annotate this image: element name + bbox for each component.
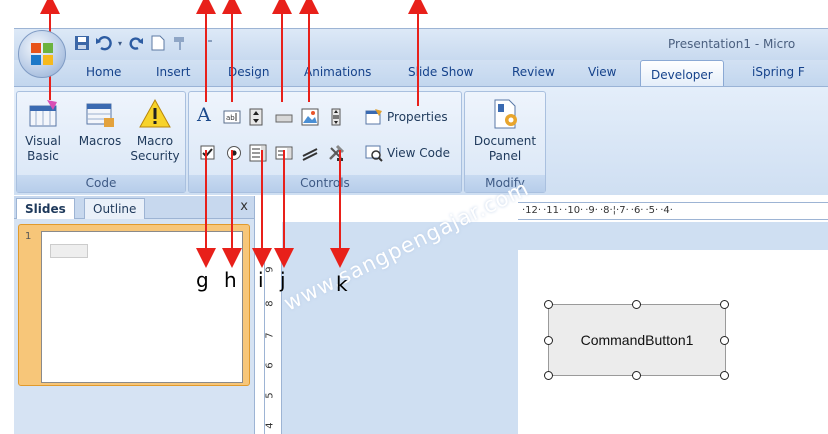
customize-qat-icon[interactable]: ⁼	[200, 33, 220, 53]
visual-basic-label-line2: Basic	[27, 149, 59, 163]
properties-button[interactable]: Properties	[365, 108, 448, 126]
redo-icon[interactable]	[126, 33, 146, 53]
command-button-1[interactable]: CommandButton1	[548, 304, 726, 376]
powerpoint-window: Presentation1 - Micro ▾ ⁼ Home Insert De…	[0, 0, 828, 434]
document-panel-label-line1: Document	[473, 134, 537, 148]
dropdown-arrow-icon[interactable]: ▾	[116, 33, 124, 53]
close-pane-icon[interactable]: x	[240, 199, 248, 214]
thumbnail-command-button	[50, 244, 88, 258]
annotation-label-i: i	[258, 268, 264, 292]
macro-security-button[interactable]: Macro Security	[129, 98, 181, 164]
spin-button-control-icon[interactable]	[247, 108, 265, 126]
vruler-tick: 5	[264, 392, 276, 399]
label-control-icon[interactable]: A	[197, 106, 215, 125]
slide-number: 1	[25, 231, 32, 242]
macros-button[interactable]: Macros	[77, 98, 123, 149]
group-label-controls: Controls	[189, 175, 461, 192]
tab-slide-show[interactable]: Slide Show	[408, 65, 473, 79]
tab-insert[interactable]: Insert	[156, 65, 190, 79]
properties-icon	[365, 109, 382, 125]
tab-outline[interactable]: Outline	[84, 198, 146, 219]
new-document-icon[interactable]	[148, 33, 168, 53]
visual-basic-label-line1: Visual	[25, 134, 61, 148]
list-box-control-icon[interactable]	[249, 144, 267, 162]
slide-thumbnail[interactable]	[41, 231, 243, 383]
svg-text:ab: ab	[226, 114, 235, 122]
slides-pane: Slides Outline x 1	[14, 196, 255, 434]
ribbon-tabs: Home Insert Design Animations Slide Show…	[14, 60, 828, 87]
macro-security-label-line1: Macro	[136, 134, 174, 148]
slide-canvas[interactable]: CommandButton1	[518, 250, 828, 434]
more-controls-icon[interactable]	[327, 144, 345, 162]
resize-handle[interactable]	[544, 336, 553, 345]
group-label-code: Code	[17, 175, 185, 192]
textbox-control-icon[interactable]: ab	[223, 108, 241, 126]
tab-developer[interactable]: Developer	[640, 60, 724, 87]
vruler-tick: 7	[264, 332, 276, 339]
group-modify: Document Panel Modify	[464, 91, 546, 193]
pane-tabs: Slides Outline x	[14, 196, 254, 219]
view-code-button[interactable]: View Code	[365, 144, 450, 162]
check-box-control-icon[interactable]	[199, 144, 217, 162]
tab-home[interactable]: Home	[86, 65, 121, 79]
option-button-control-icon[interactable]	[225, 144, 243, 162]
visual-basic-icon	[29, 100, 57, 127]
tab-ispring[interactable]: iSpring F	[752, 65, 805, 79]
group-controls: A ab Properties View Code Controls	[188, 91, 462, 193]
tab-animations[interactable]: Animations	[304, 65, 371, 79]
properties-label: Properties	[387, 110, 448, 124]
vruler-tick: 8	[264, 300, 276, 307]
tab-view[interactable]: View	[588, 65, 616, 79]
tab-slides[interactable]: Slides	[16, 198, 75, 219]
command-button-control-icon[interactable]	[275, 108, 293, 126]
slide-thumbnail-selected[interactable]: 1	[18, 224, 250, 386]
macro-security-label-line2: Security	[130, 149, 180, 163]
annotation-label-g: g	[196, 268, 209, 292]
scroll-bar-control-icon[interactable]	[327, 108, 345, 126]
format-painter-icon[interactable]	[170, 33, 190, 53]
vruler-tick: 4	[264, 422, 276, 429]
horizontal-ruler: ·12· ·11· ·10· ·9· ·8·¦·7· ·6· ·5· ·4·	[518, 202, 828, 220]
resize-handle[interactable]	[632, 371, 641, 380]
vruler-tick: 6	[264, 362, 276, 369]
resize-handle[interactable]	[720, 336, 729, 345]
ribbon: Visual Basic Macros Macro Security Code …	[14, 86, 828, 195]
image-control-icon[interactable]	[301, 108, 319, 126]
combo-box-control-icon[interactable]	[275, 144, 293, 162]
resize-handle[interactable]	[544, 300, 553, 309]
document-panel-label-line2: Panel	[488, 149, 522, 163]
tab-design[interactable]: Design	[228, 65, 269, 79]
macros-icon	[86, 103, 114, 127]
office-button[interactable]	[18, 30, 66, 78]
annotation-label-j: j	[280, 268, 286, 292]
vruler-tick: 9	[264, 266, 276, 273]
undo-icon[interactable]	[94, 33, 114, 53]
annotation-label-h: h	[224, 268, 237, 292]
group-code: Visual Basic Macros Macro Security Code	[16, 91, 186, 193]
resize-handle[interactable]	[632, 300, 641, 309]
resize-handle[interactable]	[720, 371, 729, 380]
visual-basic-button[interactable]: Visual Basic	[23, 98, 63, 164]
tab-review[interactable]: Review	[512, 65, 555, 79]
quick-access-toolbar: ▾ ⁼	[72, 32, 220, 54]
macros-label: Macros	[78, 134, 122, 148]
warning-icon	[139, 98, 171, 128]
office-logo-icon	[31, 43, 53, 65]
save-icon[interactable]	[72, 33, 92, 53]
document-panel-button[interactable]: Document Panel	[471, 98, 539, 164]
window-title: Presentation1 - Micro	[668, 37, 796, 51]
toggle-button-control-icon[interactable]	[301, 144, 319, 162]
annotation-label-k: k	[336, 272, 348, 296]
view-code-icon	[365, 145, 383, 162]
view-code-label: View Code	[387, 146, 451, 160]
resize-handle[interactable]	[720, 300, 729, 309]
document-panel-icon	[494, 99, 517, 129]
resize-handle[interactable]	[544, 371, 553, 380]
